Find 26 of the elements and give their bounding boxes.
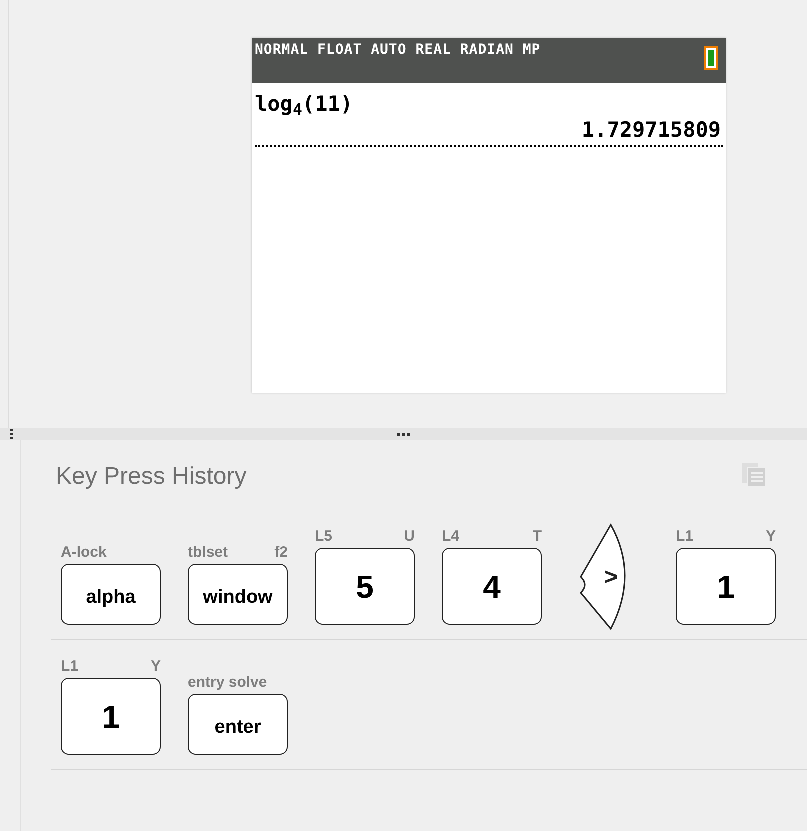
second-function-label: L1 (676, 528, 694, 546)
key-button[interactable]: 1 (676, 548, 776, 625)
drag-handle-icon[interactable] (397, 433, 410, 436)
alpha-function-label: Y (766, 528, 776, 546)
battery-icon (704, 46, 718, 70)
key-button[interactable]: enter (188, 694, 288, 755)
alpha-function-label: T (532, 528, 542, 546)
key-button[interactable]: 1 (61, 678, 161, 755)
key-button[interactable]: alpha (61, 564, 161, 625)
alpha-function-label: Y (150, 658, 161, 676)
alpha-function-label: f2 (274, 544, 288, 562)
resize-handle-icon[interactable] (10, 428, 13, 440)
second-function-label: A-lock (61, 544, 107, 562)
result-text: 1.729715809 (582, 117, 721, 143)
key-button[interactable]: 4 (442, 548, 542, 625)
second-function-label: tblset (188, 544, 228, 562)
expression-text: log$_{4}$(11) (255, 91, 354, 117)
second-function-label: L1 (61, 658, 79, 676)
second-function-label: L5 (315, 528, 333, 546)
panel-title: Key Press History (55, 462, 247, 492)
mode-status-text: NORMAL FLOAT AUTO REAL RADIAN MP (255, 41, 541, 59)
second-function-label: entry solve (188, 674, 268, 692)
alpha-function-label: U (404, 528, 415, 546)
second-function-label: L4 (442, 528, 460, 546)
key-button[interactable]: window (188, 564, 288, 625)
key-button[interactable]: 5 (315, 548, 415, 625)
